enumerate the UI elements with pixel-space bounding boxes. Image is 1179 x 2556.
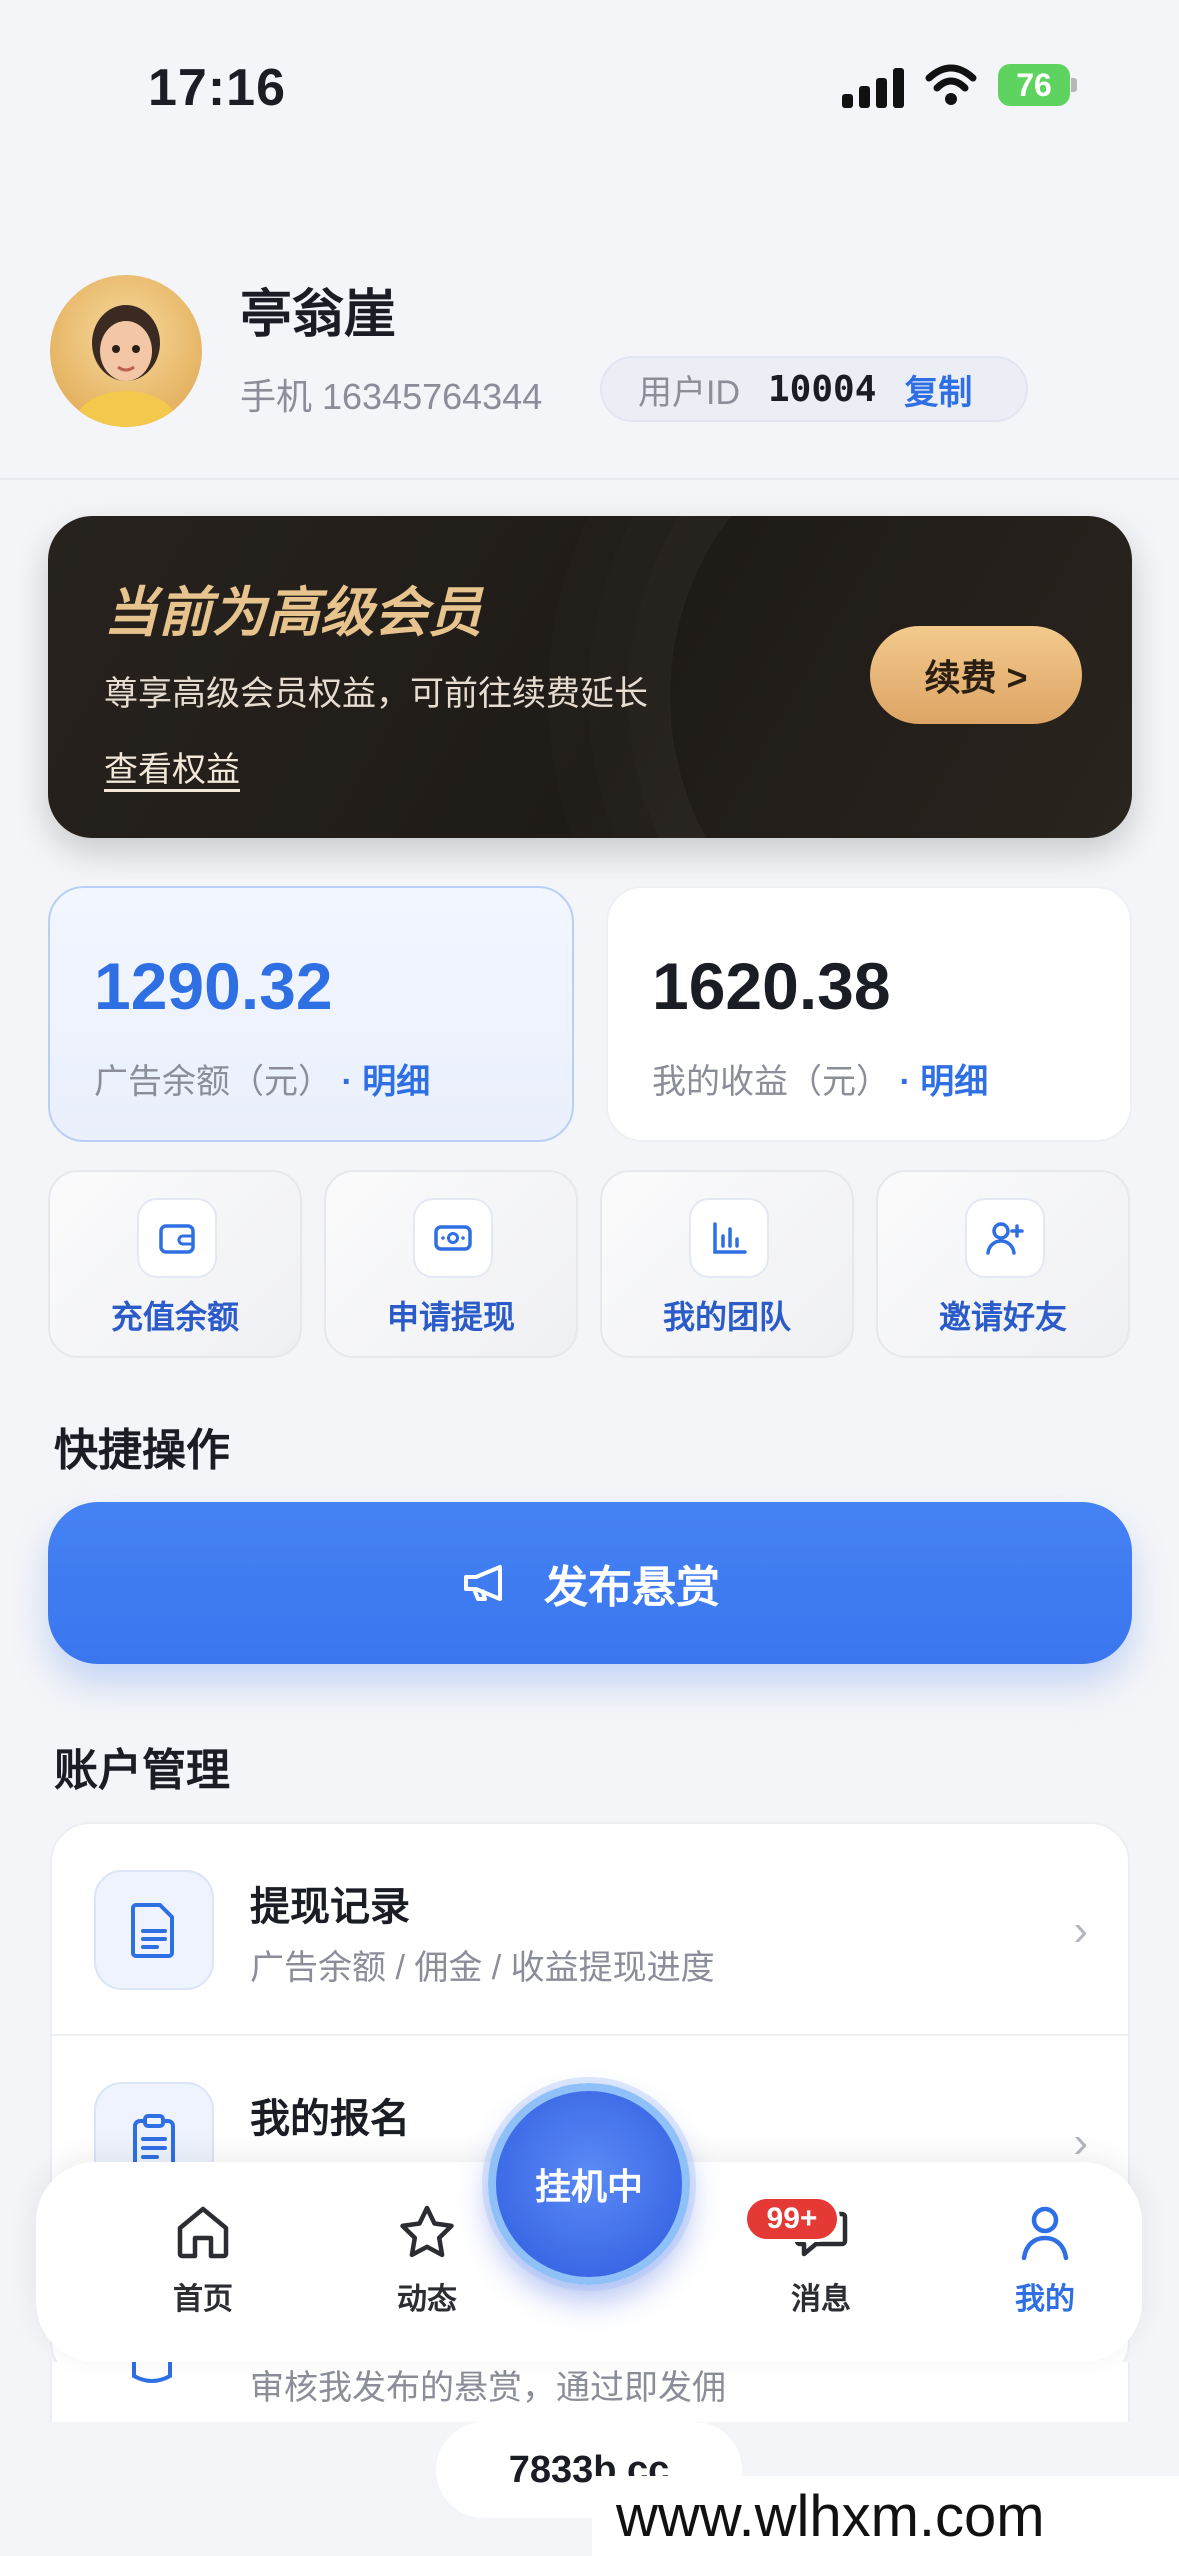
earnings-label: 我的收益（元） (652, 1063, 890, 1101)
tab-messages-label: 消息 (791, 2283, 851, 2316)
tab-me[interactable]: 我的 (970, 2204, 1120, 2318)
wallet-icon (137, 1198, 217, 1278)
ad-balance-detail-link[interactable]: · 明细 (341, 1063, 430, 1101)
chevron-right-icon: › (1073, 2118, 1088, 2167)
my-team-button[interactable]: 我的团队 (600, 1170, 854, 1358)
withdraw-records-subtitle: 广告余额 / 佣金 / 收益提现进度 (250, 1949, 715, 1987)
bar-chart-icon (689, 1198, 769, 1278)
person-icon (1021, 2206, 1069, 2260)
avatar[interactable] (50, 275, 202, 427)
account-management-heading: 账户管理 (54, 1746, 230, 1795)
renew-button[interactable]: 续费 > (870, 626, 1082, 724)
tab-home[interactable]: 首页 (128, 2204, 278, 2318)
publish-reward-button[interactable]: 发布悬赏 (48, 1502, 1132, 1664)
earnings-amount: 1620.38 (652, 949, 891, 1023)
quick-actions-heading: 快捷操作 (54, 1426, 230, 1475)
membership-title: 当前为高级会员 (104, 583, 482, 643)
invite-friends-label: 邀请好友 (938, 1299, 1067, 1335)
battery-tip (1071, 78, 1077, 92)
ad-balance-label: 广告余额（元） (94, 1063, 332, 1101)
megaphone-icon (464, 1565, 502, 1601)
withdraw-label: 申请提现 (386, 1299, 515, 1335)
shield-icon (132, 2362, 172, 2383)
membership-card: 当前为高级会员 尊享高级会员权益，可前往续费延长 查看权益 续费 > (48, 516, 1132, 838)
status-bar: 17:16 76 (0, 0, 1179, 170)
user-name: 亭翁崖 (240, 286, 397, 344)
wifi-icon (925, 64, 977, 105)
document-icon (94, 1870, 214, 1990)
recharge-label: 充值余额 (110, 1299, 239, 1335)
my-team-label: 我的团队 (662, 1299, 791, 1335)
battery-level: 76 (1016, 66, 1052, 103)
user-phone: 手机 16345764344 (240, 376, 543, 417)
earnings-detail-link[interactable]: · 明细 (899, 1063, 988, 1101)
copy-id-button[interactable]: 复制 (904, 365, 972, 414)
withdraw-button[interactable]: 申请提现 (324, 1170, 578, 1358)
tab-feed-label: 动态 (397, 2283, 457, 2316)
add-user-icon (965, 1198, 1045, 1278)
messages-badge: 99+ (744, 2196, 840, 2242)
invite-friends-button[interactable]: 邀请好友 (876, 1170, 1130, 1358)
tab-me-label: 我的 (1015, 2283, 1075, 2316)
watermark-text: www.wlhxm.com (592, 2476, 1179, 2556)
star-icon (400, 2205, 454, 2258)
earnings-card[interactable]: 1620.38 我的收益（元） · 明细 (606, 886, 1132, 1142)
membership-description: 尊享高级会员权益，可前往续费延长 (104, 675, 648, 713)
status-time: 17:16 (148, 59, 286, 117)
battery-icon: 76 (998, 64, 1070, 106)
user-id-value: 10004 (768, 368, 877, 410)
chevron-right-icon: › (1073, 1906, 1088, 1955)
user-id-label: 用户ID (638, 373, 740, 412)
cash-icon (413, 1198, 493, 1278)
user-id-pill: 用户ID 10004 复制 (600, 356, 1028, 422)
recharge-button[interactable]: 充值余额 (48, 1170, 302, 1358)
ad-balance-amount: 1290.32 (94, 949, 333, 1023)
tab-feed[interactable]: 动态 (352, 2204, 502, 2318)
review-rewards-subtitle: 审核我发布的悬赏，通过即发佣 (250, 2369, 726, 2407)
signal-icon (842, 68, 906, 108)
tab-home-label: 首页 (173, 2283, 233, 2316)
withdraw-records-item[interactable]: 提现记录 广告余额 / 佣金 / 收益提现进度 › (52, 1824, 1128, 2036)
hang-status-button[interactable]: 挂机中 (488, 2083, 690, 2285)
profile-divider (0, 478, 1179, 480)
my-signups-title: 我的报名 (250, 2097, 410, 2141)
avatar-illustration (74, 305, 178, 427)
home-icon (177, 2206, 229, 2259)
ad-balance-card[interactable]: 1290.32 广告余额（元） · 明细 (48, 886, 574, 1142)
view-benefits-link[interactable]: 查看权益 (104, 742, 240, 791)
withdraw-records-title: 提现记录 (250, 1885, 410, 1929)
publish-reward-label: 发布悬赏 (544, 1563, 720, 1612)
